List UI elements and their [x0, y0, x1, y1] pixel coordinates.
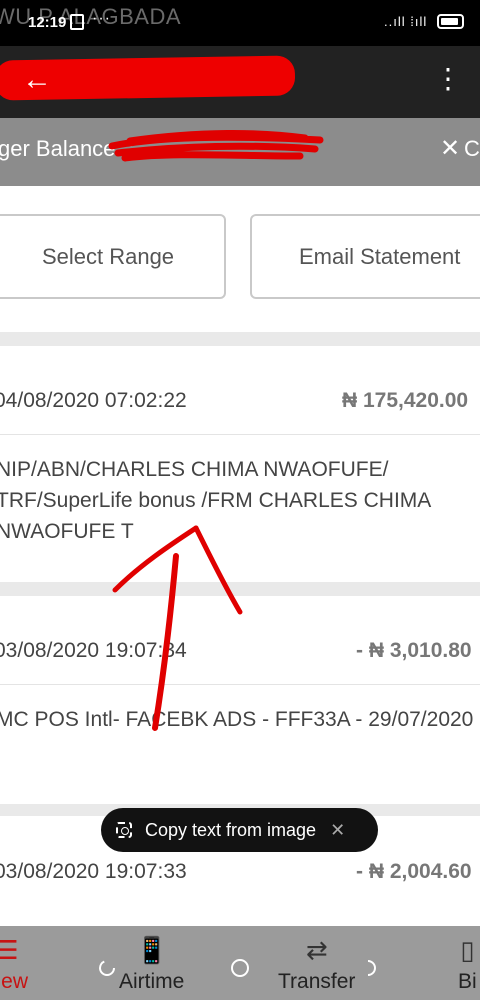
- close-label[interactable]: C: [464, 136, 480, 162]
- close-icon[interactable]: ✕: [440, 134, 460, 163]
- trash-icon[interactable]: [400, 881, 440, 921]
- transaction-date: 03/08/2020 19:07:34: [0, 639, 187, 662]
- transaction-description: NIP/ABN/CHARLES CHIMA NWAOFUFE/ TRF/Supe…: [0, 458, 431, 543]
- app-bar: ← ⋮: [0, 46, 480, 118]
- toast-label: Copy text from image: [145, 819, 317, 840]
- divider: [0, 684, 480, 685]
- system-navigation: [99, 959, 376, 977]
- notification-icon: [70, 14, 84, 30]
- transaction-card[interactable]: 03/08/2020 19:07:34 - ₦ 3,010.80 MC POS …: [0, 596, 480, 804]
- transaction-amount: ₦ 175,420.00: [342, 389, 469, 412]
- toast-close-icon[interactable]: ✕: [330, 820, 345, 841]
- back-arrow-icon[interactable]: ←: [22, 62, 52, 98]
- share-icon[interactable]: [40, 881, 80, 921]
- signal-icon: ..ıll ⁞ıll: [384, 14, 428, 29]
- email-statement-button[interactable]: Email Statement: [250, 214, 480, 299]
- status-time: 12:19: [28, 14, 67, 31]
- statement-actions: Select Range Email Statement: [0, 186, 480, 332]
- transaction-card[interactable]: 04/08/2020 07:02:22 ₦ 175,420.00 NIP/ABN…: [0, 346, 480, 582]
- transaction-date: 04/08/2020 07:02:22: [0, 389, 187, 412]
- image-actions-bar: [0, 876, 480, 926]
- lens-icon[interactable]: [280, 881, 320, 921]
- ledger-balance-label: ger Balance. :: [0, 136, 134, 161]
- select-range-button[interactable]: Select Range: [0, 214, 226, 299]
- divider: [0, 434, 480, 435]
- battery-icon: [437, 14, 464, 29]
- copy-text-toast[interactable]: Copy text from image ✕: [101, 808, 378, 852]
- balance-bar: ger Balance. : ✕ C: [0, 118, 480, 186]
- transaction-amount: - ₦ 3,010.80: [356, 639, 472, 662]
- status-bar: WU P ALAGBADA 12:19 ··· ..ıll ⁞ıll: [0, 0, 480, 46]
- sliders-icon[interactable]: [160, 881, 200, 921]
- text-scan-icon: [116, 822, 132, 838]
- overflow-menu-icon[interactable]: ⋮: [434, 64, 462, 94]
- transaction-description: MC POS Intl- FACEBK ADS - FFF33A - 29/07…: [0, 708, 474, 731]
- more-notifications-icon: ···: [92, 10, 111, 27]
